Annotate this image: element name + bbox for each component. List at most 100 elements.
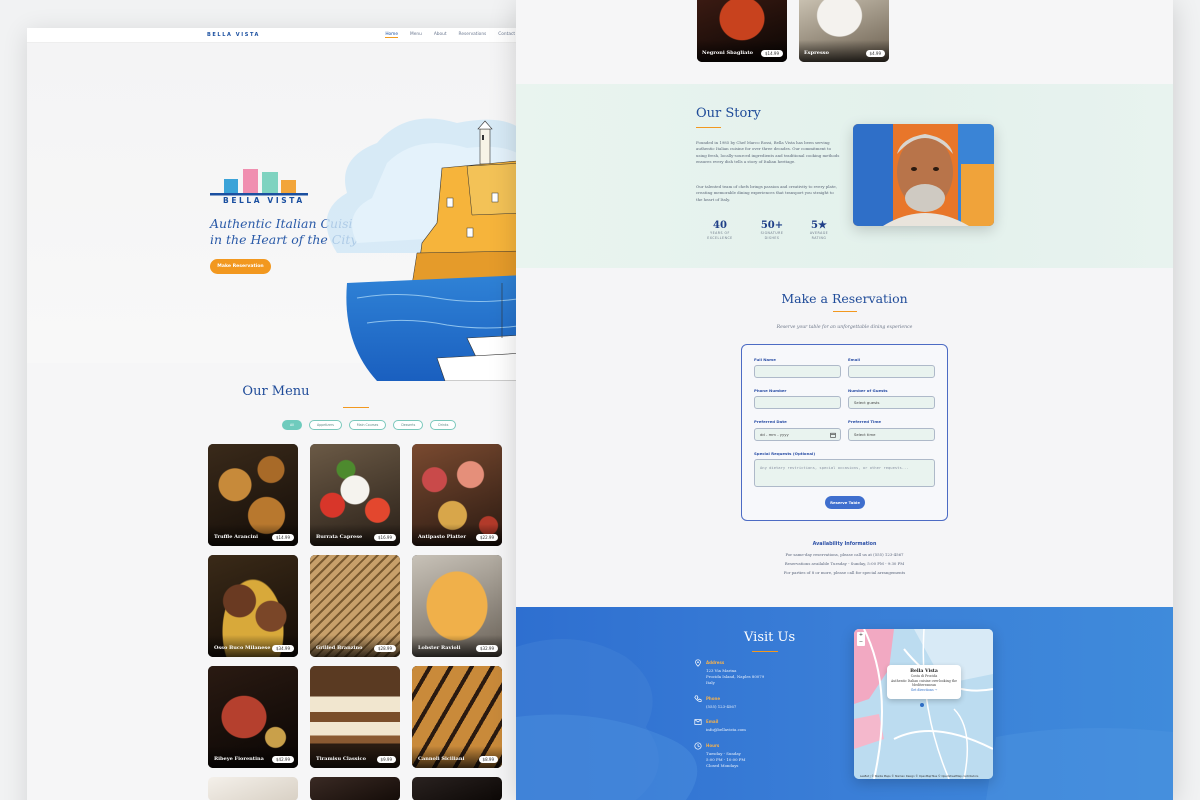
menu-card[interactable]: Burrata Caprese $16.99 [310,444,400,546]
menu-item-price: $32.99 [476,645,498,652]
guests-label: Number of Guests [848,388,888,393]
availability-line: Reservations available Tuesday - Sunday,… [784,561,905,566]
filter-desserts[interactable]: Desserts [393,420,424,430]
nav-link-reservations[interactable]: Reservations [459,32,487,38]
story-title: Our Story [696,106,761,121]
menu-card[interactable]: Espresso $4.99 [799,0,889,62]
homepage-screenshot-left: BELLA VISTA Home Menu About Reservations… [27,28,525,800]
menu-card[interactable] [412,777,502,800]
nav-link-contact[interactable]: Contact [498,32,515,38]
menu-filter-bar: All Appetizers Main Courses Desserts Dri… [282,420,457,430]
guests-select[interactable]: Select guests [848,396,935,409]
our-story-section: Our Story Founded in 1985 by Chef Marco … [516,84,1173,268]
nav-link-about[interactable]: About [434,32,447,38]
menu-card[interactable]: Ribeye Fiorentina $42.99 [208,666,298,768]
menu-item-name: Burrata Caprese [316,534,363,540]
menu-item-price: $42.99 [272,756,294,763]
zoom-out-button[interactable]: − [857,639,865,646]
menu-card[interactable]: Lobster Ravioli $32.99 [412,555,502,657]
menu-item-price: $8.99 [478,756,498,763]
phone-input[interactable] [754,396,841,409]
menu-item-name: Negroni Sbagliato [702,50,754,56]
menu-item-name: Ribeye Fiorentina [214,756,264,762]
email-label: Email [706,719,719,724]
menu-card[interactable]: Grilled Branzino $28.99 [310,555,400,657]
visit-us-title: Visit Us [744,630,796,645]
zoom-in-button[interactable]: + [857,632,865,639]
stat-label-line: EXCELLENCE [707,236,733,240]
nav-link-menu[interactable]: Menu [410,32,422,38]
location-pin-icon [695,659,701,667]
menu-item-price: $22.99 [476,534,498,541]
phone-number[interactable]: (555) 123-4567 [706,704,736,710]
map-zoom-controls: + − [857,632,865,646]
filter-all[interactable]: All [282,420,302,430]
email-address[interactable]: info@bellavista.com [706,727,746,733]
availability-title: Availability Information [812,542,877,547]
phone-label: Phone [706,696,721,701]
date-input[interactable]: dd - mm - yyyy [754,428,841,441]
clock-icon [694,742,702,750]
menu-item-name: Grilled Branzino [316,645,363,651]
reservation-title: Make a Reservation [781,291,908,306]
menu-item-name: Osso Buco Milanese [214,645,271,651]
menu-item-name: Tiramisu Classico [316,756,366,762]
visit-title-underline [752,651,778,652]
nav-links: Home Menu About Reservations Contact [385,32,515,38]
menu-card[interactable] [310,777,400,800]
drinks-row: Negroni Sbagliato $14.99 Espresso $4.99 [516,0,1173,84]
menu-item-name: Truffle Arancini [214,534,258,540]
filter-drinks[interactable]: Drinks [430,420,457,430]
location-map[interactable]: + − Bella Vista Costa di Procida Authent… [854,629,993,779]
menu-item-name: Espresso [804,50,829,56]
full-name-input[interactable] [754,365,841,378]
menu-card[interactable]: Tiramisu Classico $9.99 [310,666,400,768]
menu-card[interactable]: Truffle Arancini $14.99 [208,444,298,546]
menu-item-price: $4.99 [865,50,885,57]
calendar-icon[interactable] [830,432,836,438]
email-icon [694,719,702,725]
stat-dishes: 50+ SIGNATURE DISHES [752,220,792,241]
visit-us-section: Visit Us Address 123 Via Marina Procida … [516,607,1173,800]
menu-card[interactable]: Cannoli Siciliani $8.99 [412,666,502,768]
menu-item-price: $34.99 [272,645,294,652]
map-directions-link[interactable]: Get directions → [887,688,961,693]
full-name-label: Full Name [754,357,776,362]
menu-item-price: $14.99 [761,50,783,57]
special-requests-textarea[interactable]: Any dietary restrictions, special occasi… [754,459,935,487]
nav-logo[interactable]: BELLA VISTA [207,32,260,38]
stat-label-line: RATING [811,236,827,240]
menu-card[interactable]: Osso Buco Milanese $34.99 [208,555,298,657]
menu-card[interactable]: Negroni Sbagliato $14.99 [697,0,787,62]
stat-number: 40 [713,220,727,231]
time-label: Preferred Time [848,419,882,424]
menu-item-name: Cannoli Siciliani [418,756,465,762]
map-attribution: Leaflet | © Stadia Maps © Stamen Design … [860,775,979,778]
stat-number: 5★ [811,220,827,231]
menu-title-underline [343,407,369,408]
filter-appetizers[interactable]: Appetizers [308,420,342,430]
hours-line: Closed Mondays [706,763,739,768]
menu-card[interactable]: Antipasto Platter $22.99 [412,444,502,546]
date-value: dd - mm - yyyy [760,432,789,437]
coastline-background-image [516,639,1173,800]
nav-link-home[interactable]: Home [385,32,399,38]
time-select[interactable]: Select time [848,428,935,441]
filter-main-courses[interactable]: Main Courses [348,420,387,430]
top-navigation: BELLA VISTA Home Menu About Reservations… [27,28,525,43]
menu-item-price: $9.99 [376,756,396,763]
menu-card[interactable] [208,777,298,800]
reservation-form: Full Name Email Phone Number Number of G… [741,344,948,521]
make-reservation-button[interactable]: Make Reservation [210,259,271,274]
map-tiles-image [854,629,993,779]
reserve-table-button[interactable]: Reserve Table [825,496,865,509]
stat-label-line: DISHES [764,236,780,240]
email-input[interactable] [848,365,935,378]
reservation-subtitle: Reserve your table for an unforgettable … [776,325,913,330]
availability-line: For same-day reservations, please call u… [785,552,904,557]
menu-item-price: $16.99 [374,534,396,541]
phone-icon [694,695,702,702]
stat-number: 50+ [760,220,784,231]
availability-line: For parties of 8 or more, please call fo… [783,570,906,575]
menu-item-name: Antipasto Platter [418,534,466,540]
